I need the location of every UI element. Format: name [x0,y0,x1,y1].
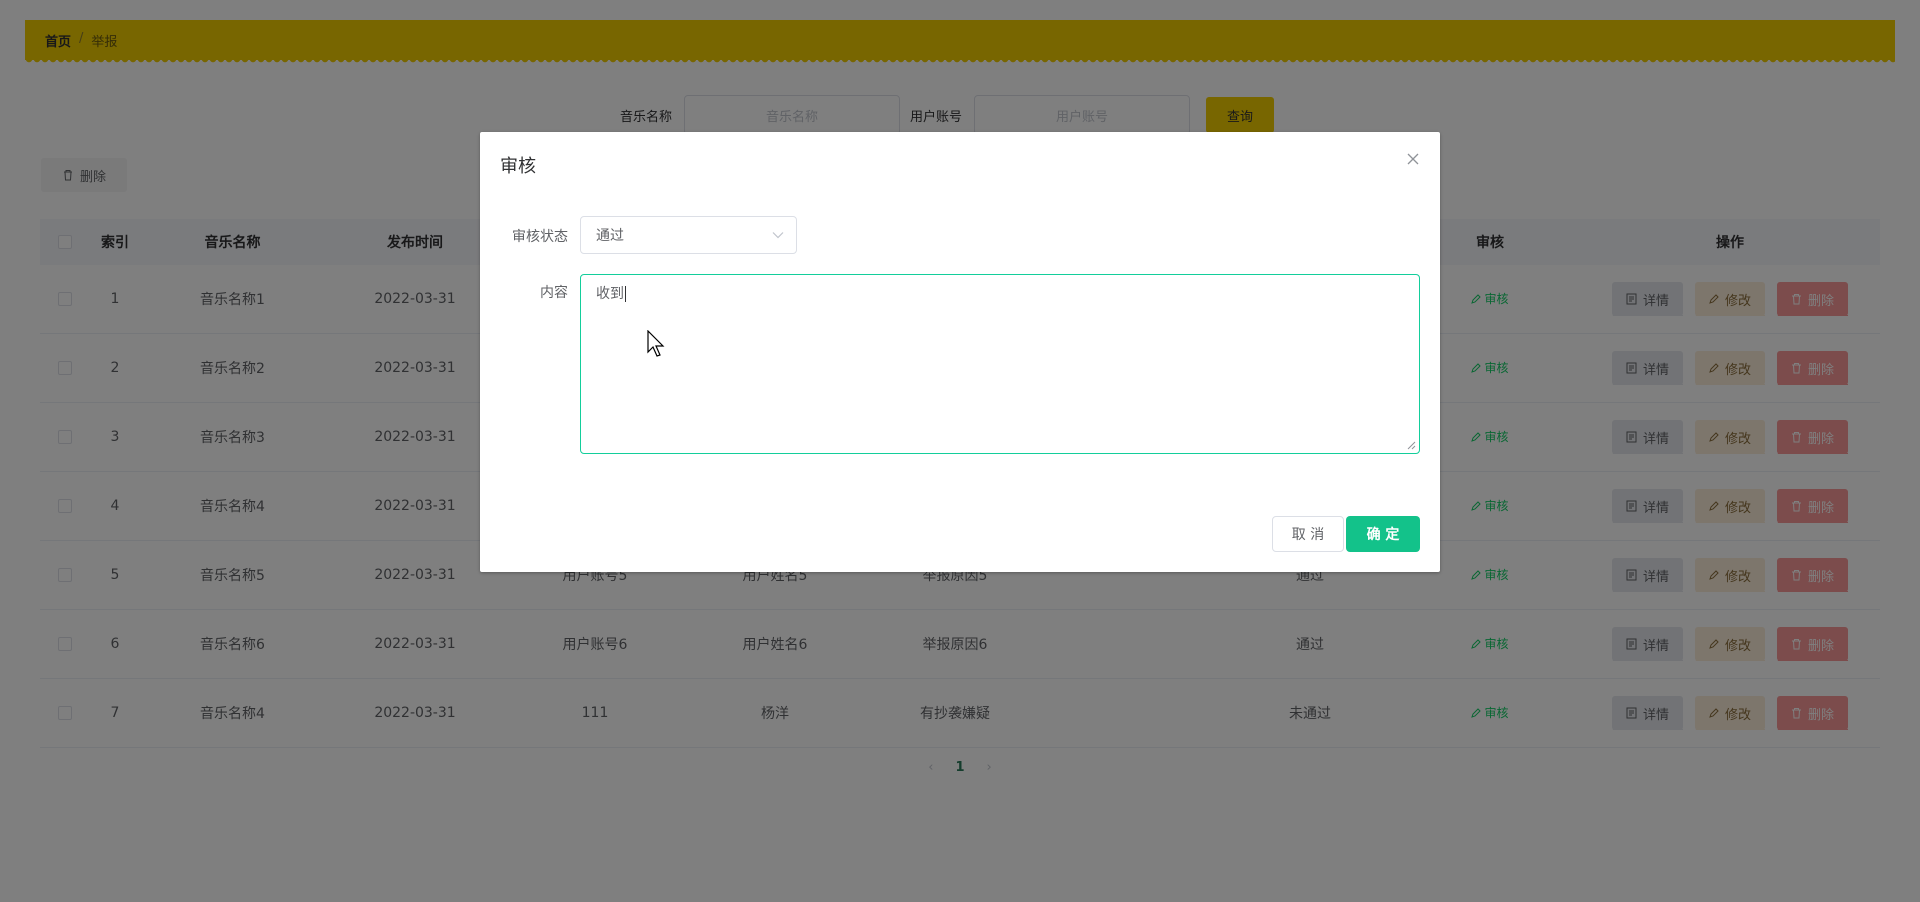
resize-handle-icon[interactable] [1406,440,1416,450]
dialog-title: 审核 [500,156,536,177]
status-form-row: 审核状态 通过 [480,216,797,254]
content-textarea[interactable]: 收到 [580,274,1420,454]
status-select-value: 通过 [596,228,624,244]
confirm-button[interactable]: 确 定 [1346,516,1420,552]
content-form-row: 内容 收到 [480,274,1420,454]
mouse-cursor-icon [647,330,665,357]
content-label: 内容 [540,285,568,301]
content-text: 收到 [596,286,624,302]
status-select[interactable]: 通过 [580,216,797,254]
cancel-button[interactable]: 取 消 [1272,516,1344,552]
audit-dialog: 审核 审核状态 通过 内容 收到 取 消 确 定 [480,132,1440,572]
chevron-down-icon [772,232,784,239]
status-label: 审核状态 [512,229,568,245]
text-caret [625,286,626,302]
close-icon[interactable] [1406,152,1420,166]
